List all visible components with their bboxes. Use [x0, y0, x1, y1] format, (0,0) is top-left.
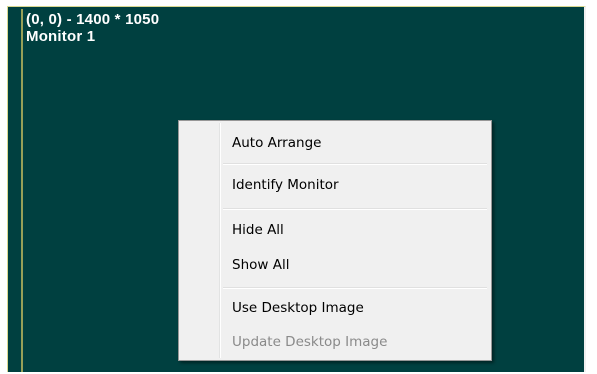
menu-item-label: Show All [232, 257, 290, 273]
menu-item-auto-arrange[interactable]: Auto Arrange [181, 132, 489, 154]
context-menu: Auto Arrange Identify Monitor Hide All S… [178, 120, 492, 361]
menu-separator [223, 208, 487, 210]
monitor-resolution-label: (0, 0) - 1400 * 1050 [26, 11, 160, 28]
menu-item-identify-monitor[interactable]: Identify Monitor [181, 174, 489, 196]
menu-item-hide-all[interactable]: Hide All [181, 219, 489, 241]
menu-item-update-desktop-image: Update Desktop Image [181, 331, 489, 353]
menu-item-label: Use Desktop Image [232, 300, 364, 316]
menu-item-label: Auto Arrange [232, 135, 322, 151]
menu-item-show-all[interactable]: Show All [181, 254, 489, 276]
menu-item-label: Update Desktop Image [232, 334, 388, 350]
monitor-name-label: Monitor 1 [26, 28, 96, 45]
menu-item-use-desktop-image[interactable]: Use Desktop Image [181, 297, 489, 319]
menu-item-label: Hide All [232, 222, 284, 238]
menu-separator [223, 287, 487, 289]
monitor-edge-highlight [21, 9, 23, 372]
menu-separator [223, 163, 487, 165]
menu-item-label: Identify Monitor [232, 177, 339, 193]
screen: (0, 0) - 1400 * 1050 Monitor 1 Auto Arra… [0, 0, 597, 374]
